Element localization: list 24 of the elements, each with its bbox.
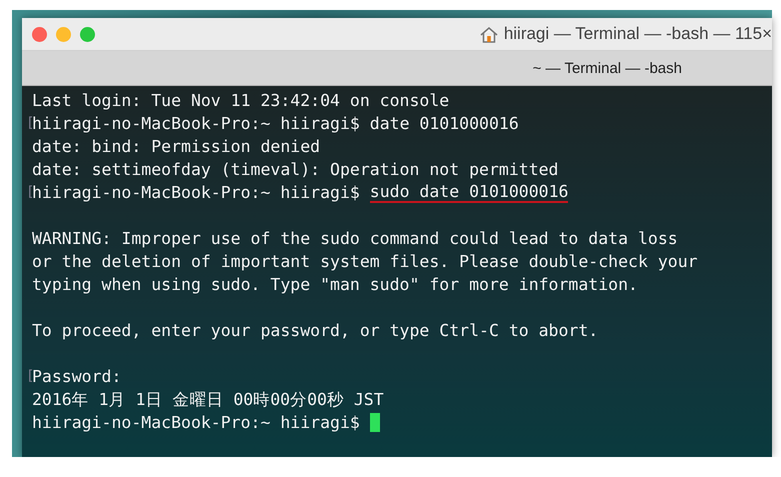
shell-prompt: hiiragi-no-MacBook-Pro:~ hiiragi$ xyxy=(32,113,361,135)
output-line: WARNING: Improper use of the sudo command could lead to data loss xyxy=(32,228,678,250)
text-cursor xyxy=(370,413,380,432)
window-title: hiiragi — Terminal — -bash — 115× xyxy=(504,24,772,44)
prompt-marker: [ xyxy=(26,184,34,200)
tab-title[interactable]: ~ — Terminal — -bash xyxy=(532,60,682,76)
shell-prompt: hiiragi-no-MacBook-Pro:~ hiiragi$ xyxy=(32,412,360,434)
output-line: date: settimeofday (timeval): Operation not permitted xyxy=(32,159,558,181)
output-line: typing when using sudo. Type "man sudo" for more information. xyxy=(32,274,638,296)
close-button[interactable] xyxy=(32,26,47,42)
shell-prompt: hiiragi-no-MacBook-Pro:~ hiiragi$ xyxy=(32,182,361,204)
minimize-button[interactable] xyxy=(56,26,71,42)
prompt-marker: [ xyxy=(26,115,34,131)
zoom-button[interactable] xyxy=(80,26,95,42)
home-icon xyxy=(480,26,498,42)
command-text: sudo date 0101000016 xyxy=(370,182,568,203)
prompt-marker: [ xyxy=(26,368,34,384)
command-text: date 0101000016 xyxy=(370,113,519,135)
output-line: or the deletion of important system files. Please double-check your xyxy=(32,251,698,273)
output-line: To proceed, enter your password, or type Ctrl-C to abort. xyxy=(32,320,598,342)
output-line: 2016年 1月 1日 金曜日 00時00分00秒 JST xyxy=(32,389,384,411)
output-line: date: bind: Permission denied xyxy=(32,136,320,158)
output-line: Password: xyxy=(32,366,122,388)
output-line: Last login: Tue Nov 11 23:42:04 on console xyxy=(32,90,450,112)
